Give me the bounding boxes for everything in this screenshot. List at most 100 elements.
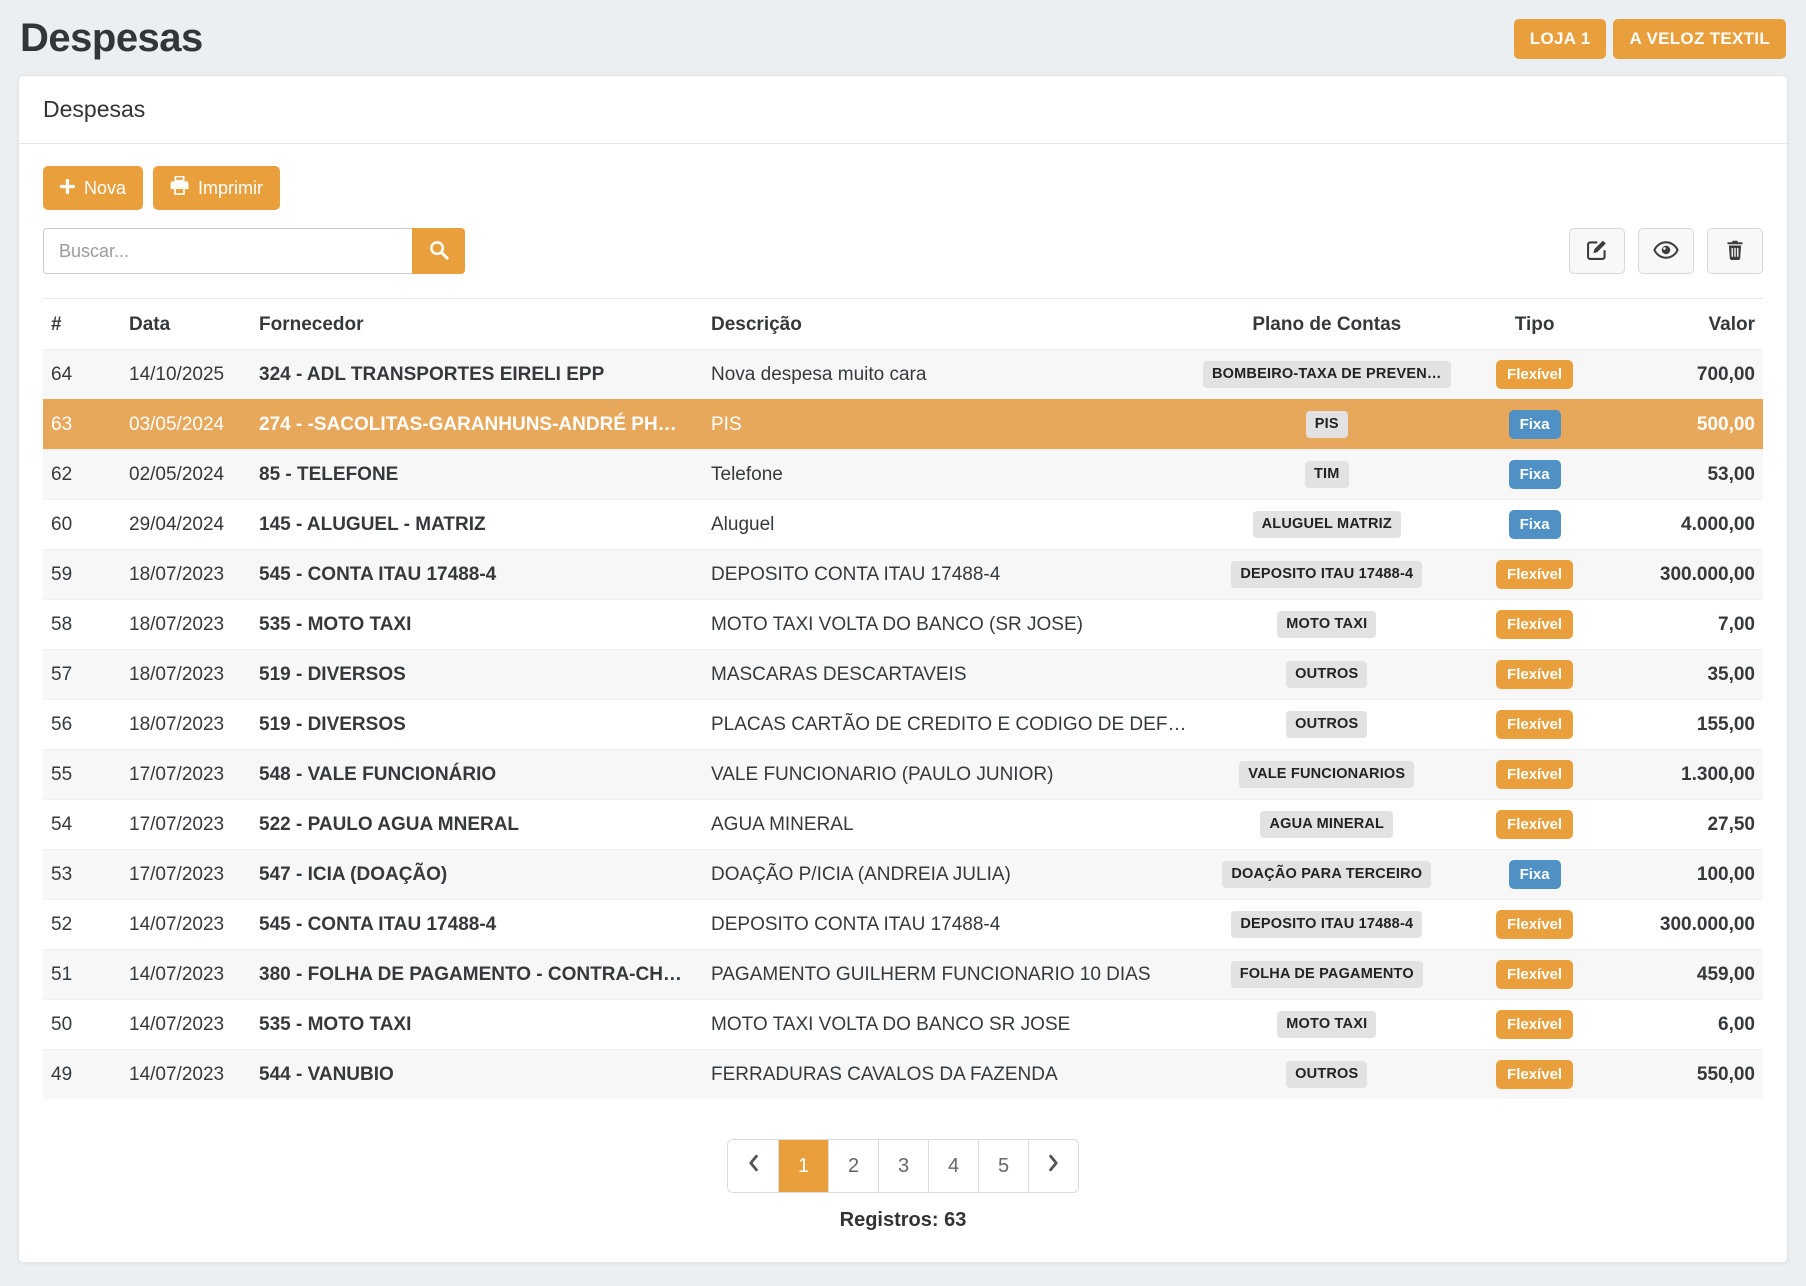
- row-description: PLACAS CARTÃO DE CREDITO E CODIGO DE DEF…: [703, 700, 1195, 750]
- page-title: Despesas: [20, 16, 203, 61]
- row-date: 14/07/2023: [121, 1000, 251, 1050]
- row-plan-cell: OUTROS: [1195, 700, 1459, 750]
- column-header-plan: Plano de Contas: [1195, 299, 1459, 350]
- plan-badge: MOTO TAXI: [1277, 1011, 1376, 1038]
- topbar-buttons: LOJA 1 A VELOZ TEXTIL: [1514, 19, 1786, 59]
- row-value: 700,00: [1611, 350, 1763, 400]
- type-badge: Fixa: [1509, 410, 1561, 439]
- row-plan-cell: AGUA MINERAL: [1195, 800, 1459, 850]
- row-value: 300.000,00: [1611, 900, 1763, 950]
- row-description: AGUA MINERAL: [703, 800, 1195, 850]
- row-plan-cell: ALUGUEL MATRIZ: [1195, 500, 1459, 550]
- store-button[interactable]: LOJA 1: [1514, 19, 1607, 59]
- table-row[interactable]: 5918/07/2023545 - CONTA ITAU 17488-4DEPO…: [43, 550, 1763, 600]
- expenses-table: # Data Fornecedor Descrição Plano de Con…: [43, 298, 1763, 1099]
- plan-badge: PIS: [1306, 411, 1348, 438]
- plan-badge: DEPOSITO ITAU 17488-4: [1231, 911, 1422, 938]
- row-id: 52: [43, 900, 121, 950]
- search-button[interactable]: [412, 228, 465, 274]
- search-icon: [429, 240, 449, 263]
- row-description: Telefone: [703, 450, 1195, 500]
- plan-badge: TIM: [1305, 461, 1349, 488]
- row-description: DEPOSITO CONTA ITAU 17488-4: [703, 900, 1195, 950]
- row-type-cell: Fixa: [1459, 450, 1611, 500]
- row-id: 49: [43, 1050, 121, 1100]
- page-button-3[interactable]: 3: [878, 1140, 928, 1192]
- row-date: 18/07/2023: [121, 600, 251, 650]
- new-expense-button[interactable]: Nova: [43, 166, 143, 210]
- table-row[interactable]: 6202/05/202485 - TELEFONETelefoneTIMFixa…: [43, 450, 1763, 500]
- page-button-1[interactable]: 1: [778, 1140, 828, 1192]
- table-row[interactable]: 6414/10/2025324 - ADL TRANSPORTES EIRELI…: [43, 350, 1763, 400]
- row-type-cell: Flexível: [1459, 950, 1611, 1000]
- edit-button[interactable]: [1569, 228, 1625, 274]
- plan-badge: OUTROS: [1286, 1061, 1367, 1088]
- plan-badge: DEPOSITO ITAU 17488-4: [1231, 561, 1422, 588]
- page-button-5[interactable]: 5: [978, 1140, 1028, 1192]
- table-row[interactable]: 5114/07/2023380 - FOLHA DE PAGAMENTO - C…: [43, 950, 1763, 1000]
- row-description: Aluguel: [703, 500, 1195, 550]
- plus-icon: [60, 178, 75, 199]
- row-date: 29/04/2024: [121, 500, 251, 550]
- prev-page-button[interactable]: [728, 1140, 778, 1192]
- row-date: 18/07/2023: [121, 650, 251, 700]
- table-row[interactable]: 5214/07/2023545 - CONTA ITAU 17488-4DEPO…: [43, 900, 1763, 950]
- row-type-cell: Flexível: [1459, 650, 1611, 700]
- type-badge: Flexível: [1496, 1060, 1573, 1089]
- table-row[interactable]: 4914/07/2023544 - VANUBIOFERRADURAS CAVA…: [43, 1050, 1763, 1100]
- next-page-button[interactable]: [1028, 1140, 1078, 1192]
- column-header-type: Tipo: [1459, 299, 1611, 350]
- table-row[interactable]: 5417/07/2023522 - PAULO AGUA MNERALAGUA …: [43, 800, 1763, 850]
- row-description: MASCARAS DESCARTAVEIS: [703, 650, 1195, 700]
- search-input[interactable]: [43, 228, 412, 274]
- row-supplier: 544 - VANUBIO: [251, 1050, 703, 1100]
- row-date: 14/07/2023: [121, 1050, 251, 1100]
- page-button-4[interactable]: 4: [928, 1140, 978, 1192]
- row-type-cell: Flexível: [1459, 350, 1611, 400]
- pagination-wrap: 12345: [43, 1139, 1763, 1193]
- table-row[interactable]: 5818/07/2023535 - MOTO TAXIMOTO TAXI VOL…: [43, 600, 1763, 650]
- type-badge: Flexível: [1496, 610, 1573, 639]
- table-row[interactable]: 6029/04/2024145 - ALUGUEL - MATRIZAlugue…: [43, 500, 1763, 550]
- delete-button[interactable]: [1707, 228, 1763, 274]
- view-button[interactable]: [1638, 228, 1694, 274]
- print-label: Imprimir: [198, 178, 263, 199]
- type-badge: Flexível: [1496, 810, 1573, 839]
- table-row[interactable]: 5618/07/2023519 - DIVERSOSPLACAS CARTÃO …: [43, 700, 1763, 750]
- row-id: 58: [43, 600, 121, 650]
- column-header-date: Data: [121, 299, 251, 350]
- table-row[interactable]: 5517/07/2023548 - VALE FUNCIONÁRIOVALE F…: [43, 750, 1763, 800]
- plan-badge: OUTROS: [1286, 711, 1367, 738]
- page-button-2[interactable]: 2: [828, 1140, 878, 1192]
- row-description: PAGAMENTO GUILHERM FUNCIONARIO 10 DIAS: [703, 950, 1195, 1000]
- row-type-cell: Flexível: [1459, 1050, 1611, 1100]
- row-description: DEPOSITO CONTA ITAU 17488-4: [703, 550, 1195, 600]
- row-plan-cell: OUTROS: [1195, 1050, 1459, 1100]
- records-count: Registros: 63: [43, 1209, 1763, 1232]
- row-id: 51: [43, 950, 121, 1000]
- row-supplier: 519 - DIVERSOS: [251, 650, 703, 700]
- row-supplier: 548 - VALE FUNCIONÁRIO: [251, 750, 703, 800]
- toolbar: Nova Imprimir: [43, 166, 1763, 210]
- row-value: 35,00: [1611, 650, 1763, 700]
- table-header-row: # Data Fornecedor Descrição Plano de Con…: [43, 299, 1763, 350]
- row-supplier: 535 - MOTO TAXI: [251, 600, 703, 650]
- print-button[interactable]: Imprimir: [153, 166, 280, 210]
- row-type-cell: Flexível: [1459, 750, 1611, 800]
- card-title: Despesas: [19, 76, 1787, 144]
- table-row[interactable]: 6303/05/2024274 - -SACOLITAS-GARANHUNS-A…: [43, 400, 1763, 450]
- page-buttons: 12345: [778, 1140, 1028, 1192]
- row-type-cell: Fixa: [1459, 850, 1611, 900]
- row-id: 57: [43, 650, 121, 700]
- topbar: Despesas LOJA 1 A VELOZ TEXTIL: [0, 0, 1806, 75]
- row-value: 550,00: [1611, 1050, 1763, 1100]
- type-badge: Fixa: [1509, 460, 1561, 489]
- table-row[interactable]: 5317/07/2023547 - ICIA (DOAÇÃO)DOAÇÃO P/…: [43, 850, 1763, 900]
- table-row[interactable]: 5718/07/2023519 - DIVERSOSMASCARAS DESCA…: [43, 650, 1763, 700]
- row-plan-cell: DEPOSITO ITAU 17488-4: [1195, 900, 1459, 950]
- column-header-id: #: [43, 299, 121, 350]
- row-supplier: 274 - -SACOLITAS-GARANHUNS-ANDRÉ PH…: [251, 400, 703, 450]
- company-button[interactable]: A VELOZ TEXTIL: [1613, 19, 1786, 59]
- row-plan-cell: VALE FUNCIONARIOS: [1195, 750, 1459, 800]
- table-row[interactable]: 5014/07/2023535 - MOTO TAXIMOTO TAXI VOL…: [43, 1000, 1763, 1050]
